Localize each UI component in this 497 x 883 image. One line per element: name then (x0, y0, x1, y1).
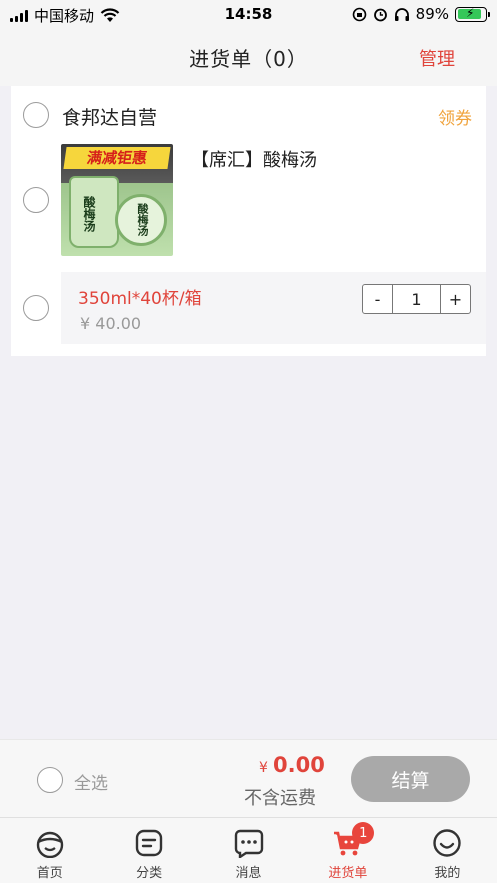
home-face-icon (36, 831, 63, 858)
tab-bar: 首页 分类 消息 1 进货单 我的 (0, 817, 497, 883)
category-icon (135, 829, 163, 857)
shipping-note: 不含运费 (244, 788, 316, 809)
product-cup-graphic: 酸梅汤 (69, 176, 119, 248)
product-title[interactable]: 【席汇】酸梅汤 (191, 146, 317, 172)
quantity-input[interactable]: 1 (393, 285, 440, 313)
battery-percent: 89% (415, 5, 449, 23)
message-icon (234, 829, 263, 858)
product-lid-graphic: 酸梅汤 (115, 194, 167, 246)
coupon-button[interactable]: 领券 (438, 104, 472, 129)
sku-spec: 350ml*40杯/箱 (78, 289, 202, 309)
tab-messages-label: 消息 (235, 866, 262, 881)
select-all-radio[interactable] (37, 767, 63, 793)
select-all-label[interactable]: 全选 (74, 769, 108, 794)
total-amount: 0.00 (273, 753, 325, 777)
currency-symbol: ¥ (259, 760, 268, 776)
product-select-radio[interactable] (23, 187, 49, 213)
manage-button[interactable]: 管理 (419, 45, 455, 71)
total-price: ¥ 0.00 (259, 753, 325, 777)
tab-home[interactable]: 首页 (0, 818, 99, 883)
profile-smile-icon (433, 829, 462, 857)
product-image-banner: 满减钜惠 (63, 147, 171, 169)
sku-select-radio[interactable] (23, 295, 49, 321)
alarm-icon (373, 8, 387, 21)
tab-home-label: 首页 (36, 866, 63, 881)
tab-cart[interactable]: 1 进货单 (298, 818, 397, 883)
shop-name: 食邦达自营 (62, 107, 158, 129)
product-image[interactable]: 满减钜惠 酸梅汤 酸梅汤 (61, 144, 173, 256)
quantity-stepper: - 1 + (362, 284, 471, 314)
shop-select-radio[interactable] (23, 102, 49, 128)
tab-category-label: 分类 (136, 866, 163, 881)
tab-profile-label: 我的 (434, 866, 461, 881)
status-right: 89% ⚡ (352, 5, 490, 23)
tab-category[interactable]: 分类 (99, 818, 198, 883)
tab-cart-label: 进货单 (328, 866, 368, 881)
sku-price: ¥ 40.00 (80, 314, 142, 333)
checkout-button[interactable]: 结算 (351, 756, 470, 802)
shop-card: 食邦达自营 领券 满减钜惠 酸梅汤 酸梅汤 【席汇】酸梅汤 350ml*40杯/… (11, 86, 486, 356)
cart-badge: 1 (352, 822, 375, 844)
tab-messages[interactable]: 消息 (199, 818, 298, 883)
headphones-icon (394, 7, 409, 21)
battery-icon: ⚡ (455, 6, 490, 22)
tab-profile[interactable]: 我的 (398, 818, 497, 883)
increase-button[interactable]: + (440, 285, 470, 313)
orientation-lock-icon (352, 7, 366, 21)
status-bar: 中国移动 14:58 89% ⚡ (0, 0, 497, 28)
nav-bar: 进货单（0） 管理 (0, 28, 497, 86)
decrease-button[interactable]: - (363, 285, 393, 313)
checkout-bar: 全选 ¥ 0.00 不含运费 结算 (0, 739, 497, 817)
sku-row: 350ml*40杯/箱 ¥ 40.00 - 1 + (61, 272, 486, 344)
page-title: 进货单（0） (189, 46, 308, 71)
